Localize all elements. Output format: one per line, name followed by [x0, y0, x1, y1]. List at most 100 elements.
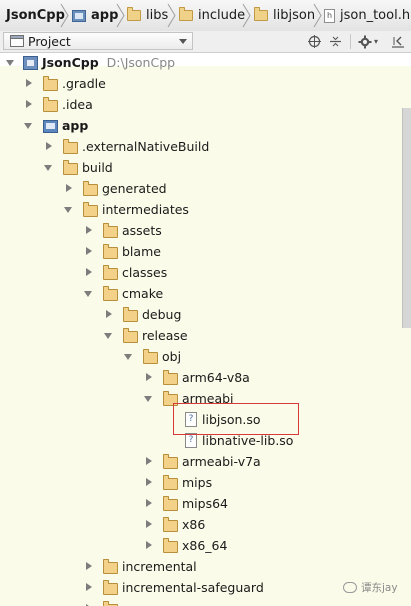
expand-arrow-icon[interactable] — [146, 457, 152, 465]
folder-icon — [254, 7, 268, 21]
expand-arrow-icon[interactable] — [46, 142, 52, 150]
module-icon — [43, 120, 58, 133]
expand-arrow-icon[interactable] — [106, 310, 112, 318]
tree-item-label: JsonCpp — [42, 55, 99, 70]
tree-item-label: .externalNativeBuild — [82, 139, 210, 154]
breadcrumb-label: JsonCpp — [6, 8, 65, 23]
expand-arrow-icon[interactable] — [86, 583, 92, 591]
expand-arrow-icon[interactable] — [86, 247, 92, 255]
breadcrumb-json-tool[interactable]: h json_tool.h — [324, 5, 410, 26]
breadcrumb-include[interactable]: include — [179, 5, 245, 26]
tree-item-label: blame — [122, 244, 161, 259]
breadcrumb-separator-icon — [167, 3, 176, 28]
vertical-scrollbar[interactable] — [402, 108, 411, 328]
tree-item-mips64[interactable]: mips64 — [0, 493, 411, 514]
tree-item-mips[interactable]: mips — [0, 472, 411, 493]
folder-icon — [83, 202, 98, 217]
tree-item-armeabi-v7a[interactable]: armeabi-v7a — [0, 451, 411, 472]
breadcrumb-app[interactable]: app — [72, 5, 118, 26]
expand-arrow-icon[interactable] — [86, 562, 92, 570]
folder-icon — [103, 265, 118, 280]
expand-arrow-icon[interactable] — [64, 207, 72, 213]
breadcrumb-separator-icon — [242, 3, 251, 28]
hide-panel-icon[interactable] — [389, 33, 406, 50]
project-icon — [10, 35, 24, 47]
folder-icon — [163, 496, 178, 511]
breadcrumb-separator-icon — [60, 3, 69, 28]
collapse-icon[interactable] — [327, 33, 344, 50]
breadcrumb-label: include — [198, 8, 246, 23]
folder-icon — [103, 580, 118, 595]
tree-item-blame[interactable]: blame — [0, 241, 411, 262]
expand-arrow-icon[interactable] — [124, 354, 132, 360]
expand-arrow-icon[interactable] — [146, 520, 152, 528]
expand-arrow-icon[interactable] — [146, 499, 152, 507]
expand-arrow-icon[interactable] — [24, 123, 32, 129]
project-view-selector[interactable]: Project — [3, 32, 193, 50]
expand-arrow-icon[interactable] — [86, 268, 92, 276]
breadcrumb-label: json_tool.h — [340, 8, 411, 23]
tree-item-release[interactable]: release — [0, 325, 411, 346]
chevron-down-icon — [179, 39, 187, 44]
breadcrumb-jsoncpp[interactable]: JsonCpp — [6, 5, 65, 26]
expand-arrow-icon[interactable] — [86, 226, 92, 234]
tree-item-intermediates[interactable]: intermediates — [0, 199, 411, 220]
tree-item-label: armeabi-v7a — [182, 454, 261, 469]
tree-item-jsoncpp[interactable]: JsonCpp D:\JsonCpp — [0, 52, 411, 73]
folder-icon — [63, 160, 78, 175]
folder-icon — [143, 349, 158, 364]
project-tree: JsonCpp D:\JsonCpp .gradle .idea app .ext… — [0, 52, 411, 606]
tree-item-label: .gradle — [62, 76, 106, 91]
expand-arrow-icon[interactable] — [144, 396, 152, 402]
breadcrumb-libs[interactable]: libs — [127, 5, 168, 26]
expand-arrow-icon[interactable] — [26, 100, 32, 108]
tree-root-text: JsonCpp D:\JsonCpp — [42, 54, 175, 71]
tree-item-idea[interactable]: .idea — [0, 94, 411, 115]
tree-item-classes[interactable]: classes — [0, 262, 411, 283]
folder-icon — [163, 517, 178, 532]
gear-icon[interactable] — [356, 33, 373, 50]
breadcrumb-label: libjson — [273, 8, 316, 23]
tree-item-build[interactable]: build — [0, 157, 411, 178]
tree-item-label: debug — [142, 307, 182, 322]
crosshair-icon[interactable] — [306, 33, 323, 50]
folder-icon — [103, 223, 118, 238]
tree-item-label: release — [142, 328, 188, 343]
tree-item-generated[interactable]: generated — [0, 178, 411, 199]
folder-icon — [163, 454, 178, 469]
expand-arrow-icon[interactable] — [146, 373, 152, 381]
expand-arrow-icon[interactable] — [26, 79, 32, 87]
tree-item-obj[interactable]: obj — [0, 346, 411, 367]
tree-item-debug[interactable]: debug — [0, 304, 411, 325]
tree-item-x86[interactable]: x86 — [0, 514, 411, 535]
tree-item-cmake[interactable]: cmake — [0, 283, 411, 304]
breadcrumb-separator-icon — [313, 3, 322, 28]
expand-arrow-icon[interactable] — [66, 184, 72, 192]
tree-item-label: assets — [122, 223, 162, 238]
expand-arrow-icon[interactable] — [84, 291, 92, 297]
wechat-icon — [343, 582, 357, 593]
tree-item-x86-64[interactable]: x86_64 — [0, 535, 411, 556]
expand-arrow-icon[interactable] — [44, 165, 52, 171]
folder-icon — [163, 538, 178, 553]
tree-item-label: x86 — [182, 517, 206, 532]
expand-arrow-icon[interactable] — [104, 333, 112, 339]
tree-item-arm64-v8a[interactable]: arm64-v8a — [0, 367, 411, 388]
tree-item-app[interactable]: app — [0, 115, 411, 136]
tree-item-incremental[interactable]: incremental — [0, 556, 411, 577]
tree-item-assets[interactable]: assets — [0, 220, 411, 241]
tree-item-gradle[interactable]: .gradle — [0, 73, 411, 94]
breadcrumb-separator-icon — [116, 3, 125, 28]
folder-icon — [103, 559, 118, 574]
watermark-text: 谭东jay — [361, 582, 398, 594]
expand-arrow-icon[interactable] — [146, 478, 152, 486]
expand-arrow-icon[interactable] — [6, 60, 14, 66]
module-icon — [72, 9, 86, 22]
breadcrumb-libjson[interactable]: libjson — [254, 5, 315, 26]
tree-item-externalnativebuild[interactable]: .externalNativeBuild — [0, 136, 411, 157]
expand-arrow-icon[interactable] — [146, 541, 152, 549]
gear-dropdown-icon[interactable]: ▾ — [372, 33, 380, 50]
tree-item-label: obj — [162, 349, 182, 364]
project-toolbar: Project ▾ — [0, 31, 411, 53]
highlight-box — [173, 403, 299, 435]
